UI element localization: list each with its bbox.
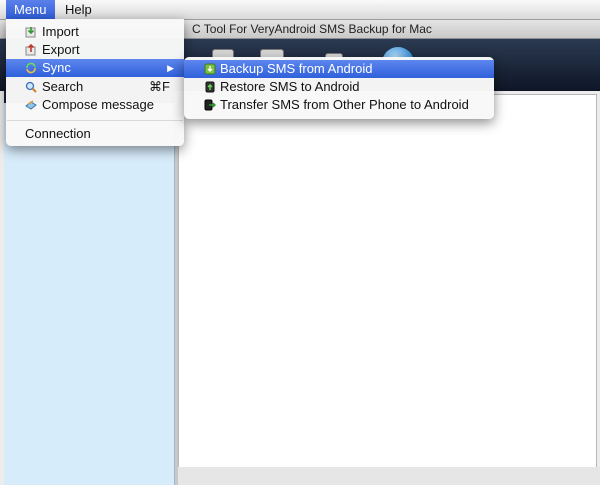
import-icon [25, 27, 36, 38]
shortcut-label: ⌘F [149, 79, 170, 94]
menubar-menu[interactable]: Menu [6, 0, 55, 19]
menu-item-connection[interactable]: Connection [6, 125, 184, 143]
menu-item-export[interactable]: Export [6, 41, 184, 59]
menu-bar: Menu Help [0, 0, 600, 20]
menu-item-label: Export [42, 42, 80, 57]
menu-item-sync[interactable]: Sync ▶ [6, 59, 184, 77]
sync-submenu: Backup SMS from Android Restore SMS to A… [184, 57, 494, 119]
menu-item-label: Search [42, 79, 84, 94]
submenu-item-restore[interactable]: Restore SMS to Android [184, 78, 494, 96]
menubar-help[interactable]: Help [57, 0, 100, 19]
phone-transfer-icon [204, 99, 216, 111]
sidebar [4, 91, 175, 485]
menu-item-label: Connection [25, 126, 91, 141]
menu-item-label: Import [42, 24, 79, 39]
search-icon [25, 81, 37, 93]
export-icon [25, 44, 36, 56]
menu-item-import[interactable]: Import [6, 23, 184, 41]
main-dropdown-menu: Import Export Sync ▶ Search ⌘F Compose m… [6, 19, 184, 146]
android-backup-icon [204, 63, 216, 75]
submenu-item-backup[interactable]: Backup SMS from Android [184, 60, 494, 78]
sync-icon [26, 62, 36, 74]
submenu-item-transfer[interactable]: Transfer SMS from Other Phone to Android [184, 96, 494, 114]
menu-separator [7, 120, 183, 121]
submenu-item-label: Backup SMS from Android [220, 61, 373, 76]
window-title: C Tool For VeryAndroid SMS Backup for Ma… [192, 22, 432, 36]
submenu-item-label: Transfer SMS from Other Phone to Android [220, 97, 469, 112]
menu-item-label: Compose message [42, 97, 154, 112]
menu-item-compose[interactable]: Compose message [6, 96, 184, 114]
submenu-arrow-icon: ▶ [167, 63, 174, 73]
submenu-item-label: Restore SMS to Android [220, 79, 360, 94]
android-restore-icon [205, 81, 215, 93]
message-pane [178, 94, 597, 468]
status-strip [178, 467, 600, 485]
menu-item-label: Sync [42, 60, 71, 75]
menu-item-search[interactable]: Search ⌘F [6, 78, 184, 96]
compose-icon [25, 100, 37, 110]
